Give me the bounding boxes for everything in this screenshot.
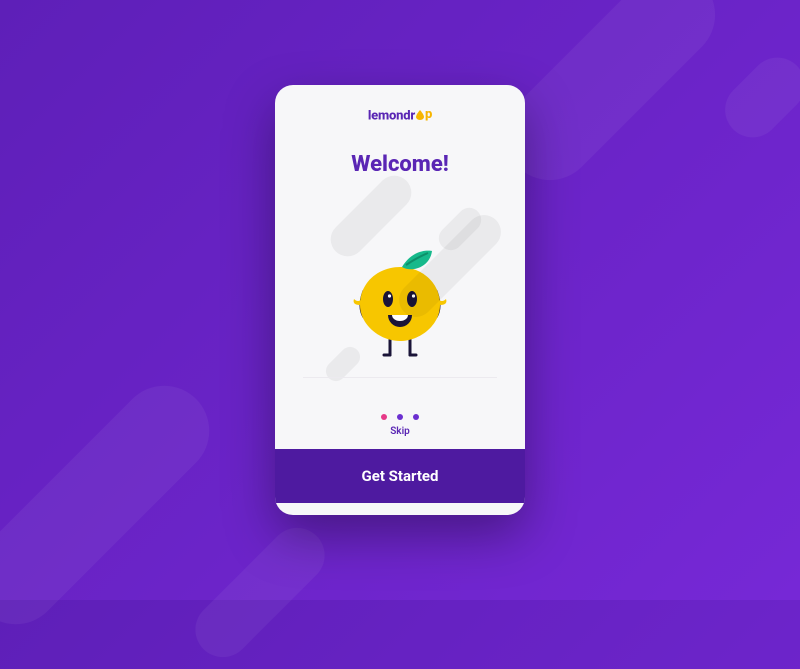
page-title: Welcome! [275, 152, 525, 177]
illustration [275, 177, 525, 415]
pagination-dots [275, 414, 525, 420]
bg-decor-pill [714, 46, 800, 149]
bg-decor-pill [184, 516, 336, 668]
page-dot[interactable] [397, 414, 403, 420]
page-dot[interactable] [413, 414, 419, 420]
brand-drop: p [415, 107, 432, 122]
brand-prefix: lemondr [368, 109, 415, 124]
skip-link[interactable]: Skip [275, 426, 525, 437]
ground-line [303, 377, 497, 378]
brand-suffix: p [425, 107, 432, 122]
brand-logo: lemondr p [275, 107, 525, 124]
get-started-button[interactable]: Get Started [275, 449, 525, 503]
bg-decor-pill [0, 367, 228, 643]
drop-icon [416, 110, 424, 120]
phone-frame: lemondr p Welcome! [275, 85, 525, 515]
page-dot-active[interactable] [381, 414, 387, 420]
